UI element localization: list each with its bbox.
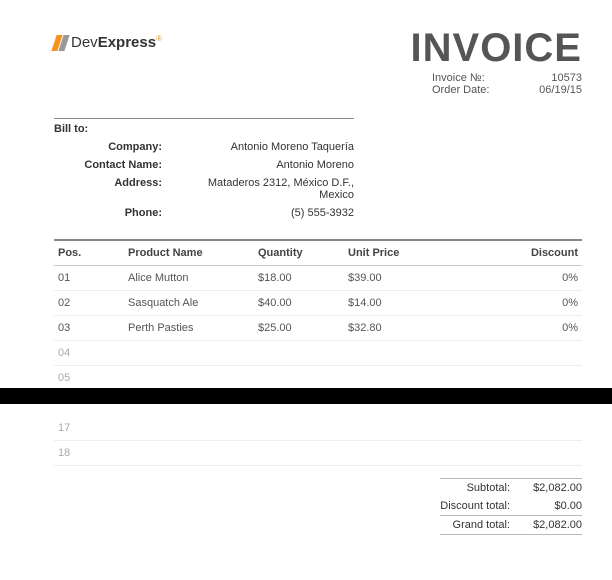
cell-product: Sasquatch Ale (124, 291, 254, 315)
cell-product: Alice Mutton (124, 266, 254, 290)
cell-disc: 0% (474, 291, 582, 315)
cell-qty: $18.00 (254, 266, 344, 290)
cell-qty: $40.00 (254, 291, 344, 315)
brand-logo-icon (54, 35, 67, 51)
invoice-number: 10573 (512, 72, 582, 84)
discount-total-label: Discount total: (440, 500, 510, 512)
cell-unit: $39.00 (344, 266, 474, 290)
cell-pos: 17 (54, 416, 124, 440)
brand-logo: DevExpress® (54, 34, 162, 51)
invoice-document: DevExpress® INVOICE Invoice №: 10573 Ord… (0, 0, 612, 580)
cell-unit: $32.80 (344, 316, 474, 340)
cell-disc: 0% (474, 316, 582, 340)
bill-to-label: Company: (54, 141, 174, 153)
bill-to-value: Antonio Moreno Taquería (174, 141, 354, 153)
cell-pos: 02 (54, 291, 124, 315)
col-quantity: Quantity (254, 241, 344, 265)
cell-pos: 05 (54, 366, 124, 390)
bill-to-value: Mataderos 2312, México D.F., Mexico (174, 177, 354, 201)
invoice-number-label: Invoice №: (432, 72, 512, 84)
grand-total-row: Grand total: $2,082.00 (440, 515, 582, 535)
bill-to-row: Company: Antonio Moreno Taquería (54, 141, 354, 153)
discount-total-value: $0.00 (510, 500, 582, 512)
totals-block: Subtotal: $2,082.00 Discount total: $0.0… (440, 478, 582, 535)
table-row-empty: 04 (54, 341, 582, 366)
table-header: Pos. Product Name Quantity Unit Price Di… (54, 239, 582, 266)
invoice-title: INVOICE (411, 28, 582, 68)
cell-pos: 04 (54, 341, 124, 365)
order-date: 06/19/15 (512, 84, 582, 96)
cell-qty: $25.00 (254, 316, 344, 340)
grand-total-value: $2,082.00 (510, 519, 582, 531)
bill-to-label: Contact Name: (54, 159, 174, 171)
cell-disc: 0% (474, 266, 582, 290)
line-items-page2: 17 18 (54, 416, 582, 466)
line-items-table: Pos. Product Name Quantity Unit Price Di… (54, 239, 582, 391)
brand-name: DevExpress® (71, 34, 162, 51)
invoice-heading-block: INVOICE Invoice №: 10573 Order Date: 06/… (411, 28, 582, 96)
col-product: Product Name (124, 241, 254, 265)
col-pos: Pos. (54, 241, 124, 265)
bill-to-label: Address: (54, 177, 174, 201)
bill-to-value: (5) 555-3932 (174, 207, 354, 219)
bill-to-label: Phone: (54, 207, 174, 219)
table-row: 01 Alice Mutton $18.00 $39.00 0% (54, 266, 582, 291)
col-discount: Discount (474, 241, 582, 265)
bill-to-row: Phone: (5) 555-3932 (54, 207, 354, 219)
table-row: 03 Perth Pasties $25.00 $32.80 0% (54, 316, 582, 341)
header: DevExpress® INVOICE Invoice №: 10573 Ord… (0, 0, 612, 104)
bill-to-heading: Bill to: (54, 118, 354, 141)
cell-unit: $14.00 (344, 291, 474, 315)
subtotal-row: Subtotal: $2,082.00 (440, 478, 582, 497)
bill-to-row: Address: Mataderos 2312, México D.F., Me… (54, 177, 354, 201)
invoice-meta: Invoice №: 10573 Order Date: 06/19/15 (411, 72, 582, 96)
order-date-label: Order Date: (432, 84, 512, 96)
cell-product: Perth Pasties (124, 316, 254, 340)
col-unit-price: Unit Price (344, 241, 474, 265)
cell-pos: 03 (54, 316, 124, 340)
table-row-empty: 18 (54, 441, 582, 466)
bill-to-row: Contact Name: Antonio Moreno (54, 159, 354, 171)
bill-to-value: Antonio Moreno (174, 159, 354, 171)
subtotal-value: $2,082.00 (510, 482, 582, 494)
table-row-empty: 17 (54, 416, 582, 441)
table-row: 02 Sasquatch Ale $40.00 $14.00 0% (54, 291, 582, 316)
page-break-gap (0, 388, 612, 404)
invoice-body: Bill to: Company: Antonio Moreno Taquerí… (0, 104, 612, 391)
grand-total-label: Grand total: (453, 519, 510, 531)
cell-pos: 01 (54, 266, 124, 290)
cell-pos: 18 (54, 441, 124, 465)
discount-total-row: Discount total: $0.00 (440, 497, 582, 515)
subtotal-label: Subtotal: (467, 482, 510, 494)
bill-to-block: Company: Antonio Moreno Taquería Contact… (54, 141, 354, 219)
